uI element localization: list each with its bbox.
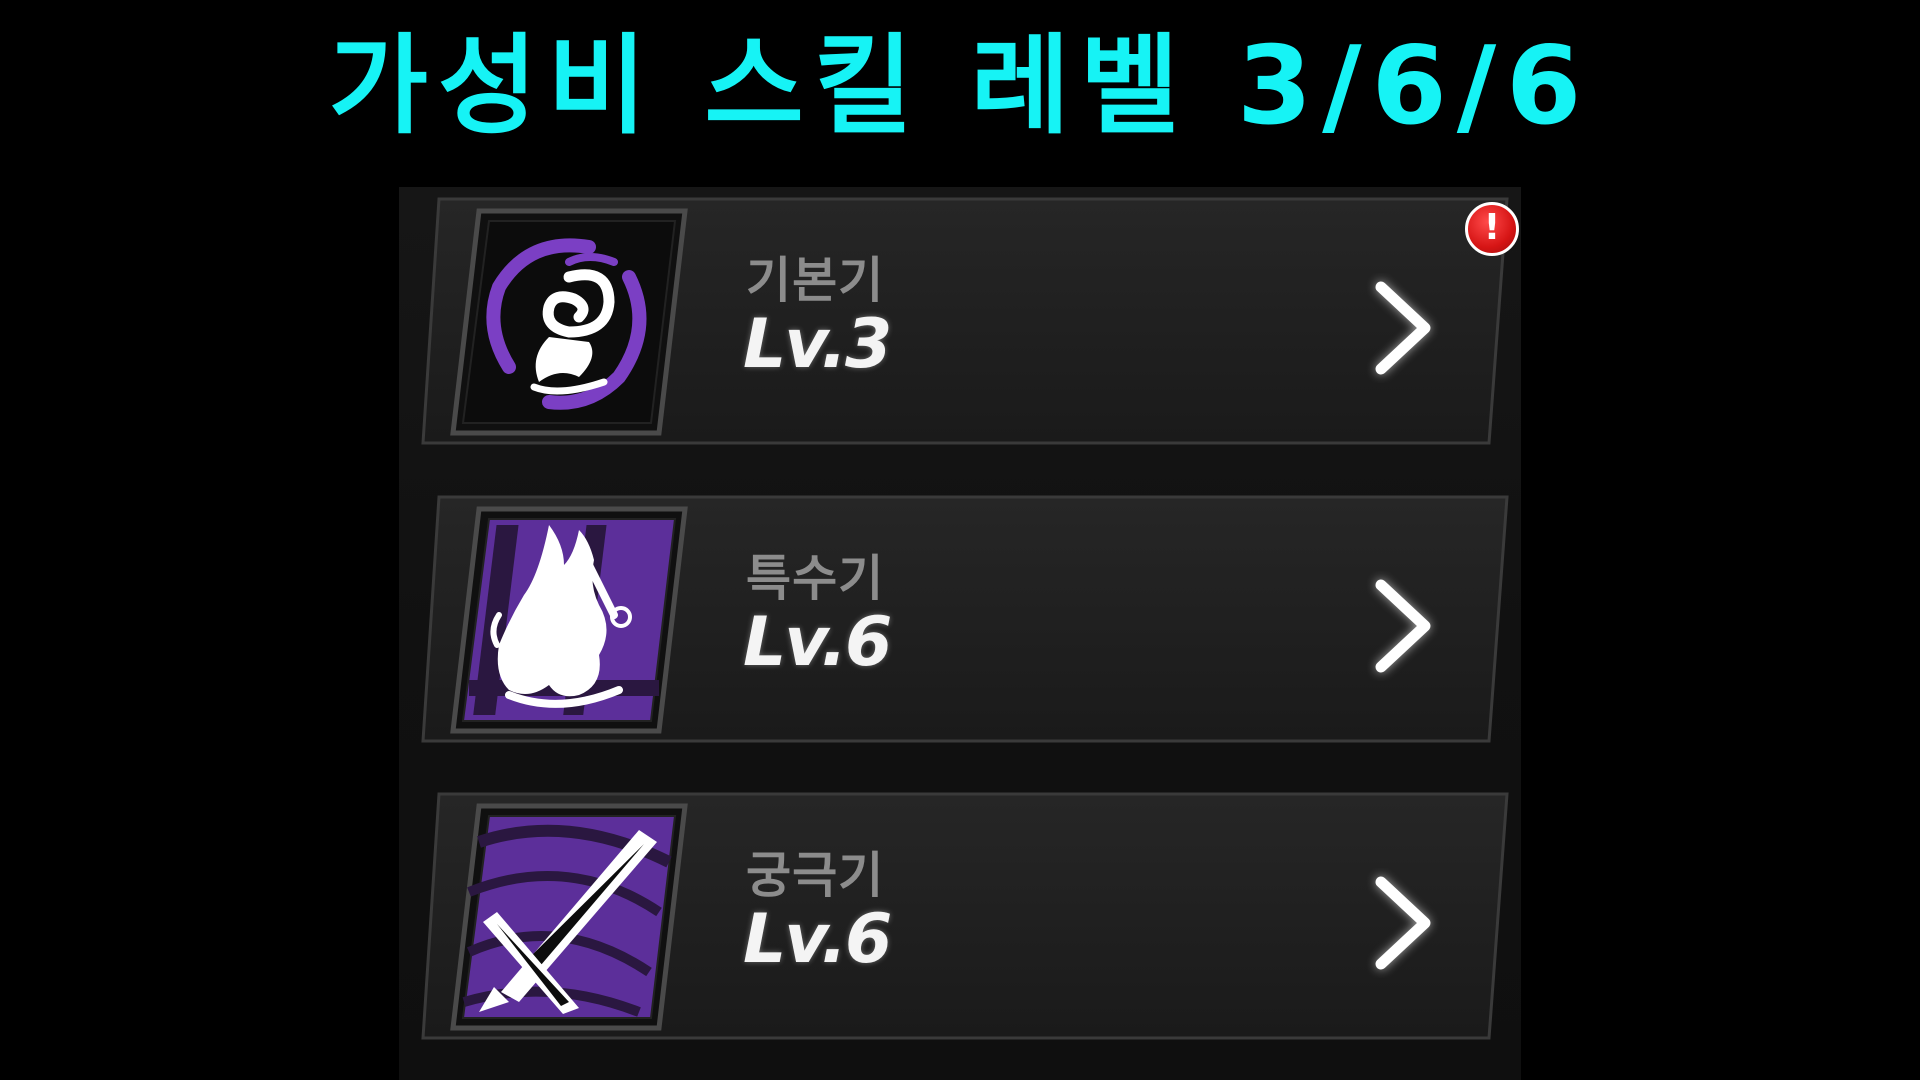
crossed-blade-slash-icon bbox=[450, 803, 688, 1031]
skill-panel: 기본기 Lv.3 ! 특수기 Lv.6 궁극기 Lv.6 bbox=[399, 187, 1521, 1080]
alert-badge: ! bbox=[1465, 202, 1519, 256]
page-title: 가성비 스킬 레벨 3/6/6 bbox=[328, 24, 1592, 149]
skill-row-basic[interactable]: 기본기 Lv.3 ! bbox=[409, 187, 1519, 447]
skill-type-label: 궁극기 bbox=[746, 847, 885, 904]
skill-level: Lv.6 bbox=[743, 900, 892, 979]
chevron-right-icon[interactable] bbox=[1357, 273, 1447, 383]
chevron-right-icon[interactable] bbox=[1357, 868, 1447, 978]
skill-level: Lv.3 bbox=[743, 305, 892, 384]
skill-type-label: 기본기 bbox=[746, 252, 885, 309]
swirl-spirit-icon bbox=[450, 208, 688, 436]
skill-row-ultimate[interactable]: 궁극기 Lv.6 bbox=[409, 782, 1509, 1042]
white-flame-burst-icon bbox=[450, 506, 688, 734]
skill-level: Lv.6 bbox=[743, 603, 892, 682]
chevron-right-icon[interactable] bbox=[1357, 571, 1447, 681]
skill-row-special[interactable]: 특수기 Lv.6 bbox=[409, 485, 1509, 745]
skill-type-label: 특수기 bbox=[746, 550, 885, 607]
